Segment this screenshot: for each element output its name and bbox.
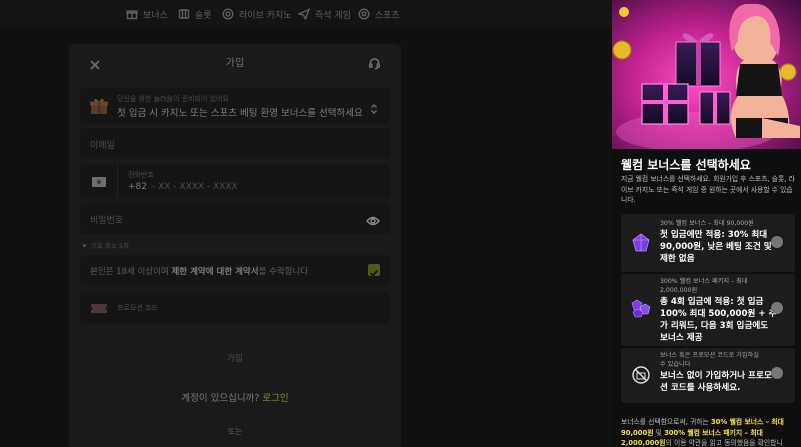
modal-title: 가입	[225, 58, 245, 69]
bonus-option-tag: 300% 웰컴 보너스 패키지 – 최대 2,000,000원	[660, 278, 748, 294]
panel-description: 지금 웰컴 보너스를 선택하세요. 회원가입 후 스포츠, 슬롯, 라이브 카지…	[621, 175, 795, 204]
nav-item-instant-games[interactable]: 즉석 게임	[298, 7, 351, 21]
terms-prefix: 본인은 18세 이상이며	[90, 267, 172, 277]
terms-row: 본인은 18세 이상이며 제한 계약에 대한 계약서를 수락합니다	[80, 255, 390, 285]
soccer-ball-icon	[358, 8, 370, 20]
password-rule: 기호 최소 5자	[83, 240, 129, 250]
hero-banner	[612, 0, 801, 149]
purple-gems-icon	[631, 299, 651, 318]
bonus-option-radio[interactable]	[771, 367, 783, 379]
email-field[interactable]: 이메일	[80, 128, 390, 159]
bonus-option-radio[interactable]	[771, 236, 783, 248]
chevron-up-down-icon	[370, 100, 378, 114]
signup-submit-button[interactable]: 가입	[80, 345, 390, 373]
nav-item-sports[interactable]: 스포츠	[358, 7, 400, 21]
bonus-option-none[interactable]: 보너스 혹은 프로모션 코드로 가입하실 수 있습니다 보너스 없이 가입하거나…	[621, 348, 795, 403]
nav-item-live-casino[interactable]: 라이브 카지노	[222, 7, 292, 21]
modal-header: 가입	[69, 44, 401, 78]
bonus-select-hint: 당신을 위한 놀라움이 준비되어 있어요	[117, 95, 229, 103]
email-placeholder: 이메일	[90, 141, 115, 151]
bonus-select[interactable]: 당신을 위한 놀라움이 준비되어 있어요 첫 입금 시 카지노 또는 스포츠 베…	[80, 88, 390, 124]
bonus-option-text: 총 4회 입금에 적용: 첫 입금 100% 최대 500,000원 + 추가 …	[660, 297, 777, 343]
slot-machine-icon	[178, 9, 190, 19]
no-bonus-icon	[632, 366, 650, 384]
footer-mid: 및	[653, 428, 665, 437]
or-divider: 또는	[227, 427, 243, 436]
welcome-bonus-panel: 웰컴 보너스를 선택하세요 지금 웰컴 보너스를 선택하세요. 회원가입 후 스…	[612, 0, 801, 447]
password-placeholder: 비밀번호	[90, 216, 124, 226]
terms-checkbox[interactable]	[368, 264, 380, 277]
bonus-option-text: 첫 입금에만 적용: 30% 최대 90,000원, 낮은 베팅 조건 및 제한…	[660, 230, 772, 264]
login-link[interactable]: 로그인	[262, 393, 288, 404]
purple-gem-icon	[632, 233, 650, 252]
bullet-dot	[83, 243, 86, 247]
password-field[interactable]: 비밀번호	[80, 203, 390, 234]
bonus-select-value: 첫 입금 시 카지노 또는 스포츠 베팅 환영 보너스를 선택하세요	[117, 108, 363, 119]
hero-illustration	[612, 0, 801, 149]
promo-code-field[interactable]: 프로모션 코드	[80, 293, 390, 324]
bonus-option-tag: 보너스 혹은 프로모션 코드로 가입하실 수 있습니다	[660, 352, 759, 368]
signup-modal: 가입 당신을 위한 놀라움이 준비되어 있어요 첫 입금 시 카지노 또는 스포…	[69, 44, 401, 447]
country-selector[interactable]	[80, 164, 118, 199]
bonus-option-300[interactable]: 300% 웰컴 보너스 패키지 – 최대 2,000,000원 총 4회 입금에…	[621, 274, 795, 346]
ticket-icon	[91, 304, 107, 313]
korea-flag-icon	[91, 176, 106, 187]
casino-chip-icon	[222, 8, 234, 20]
support-headset-icon[interactable]	[368, 55, 381, 70]
nav-label: 보너스	[143, 10, 168, 21]
panel-title: 웰컴 보너스를 선택하세요	[621, 158, 751, 172]
nav-item-bonus[interactable]: 보너스	[126, 7, 168, 21]
bonus-option-tag: 30% 웰컴 보너스 – 최대 90,000원	[660, 220, 754, 227]
login-prompt: 계정이 있으십니까? 로그인	[69, 390, 401, 404]
eye-icon[interactable]	[366, 212, 380, 226]
bonus-option-30[interactable]: 30% 웰컴 보너스 – 최대 90,000원 첫 입금에만 적용: 30% 최…	[621, 214, 795, 272]
terms-text: 본인은 18세 이상이며 제한 계약에 대한 계약서를 수락합니다	[90, 265, 308, 277]
phone-field[interactable]: 전화번호 +82 - XX - XXXX - XXXX	[80, 164, 390, 199]
login-question: 계정이 있으십니까?	[181, 393, 260, 404]
nav-label: 라이브 카지노	[239, 10, 292, 21]
footer-suffix: 의 이용 약관을 읽고 동의했음을 확인합니	[665, 439, 783, 447]
phone-placeholder: - XX - XXXX - XXXX	[152, 182, 238, 192]
nav-label: 스포츠	[375, 10, 400, 21]
terms-link[interactable]: 제한 계약에 대한 계약서	[171, 267, 258, 277]
panel-footer-terms: 보너스를 선택함으로써, 귀하는 30% 웰컴 보너스 – 최대 90,000원…	[621, 417, 799, 447]
bonus-option-text: 보너스 없이 가입하거나 프로모션 코드를 사용하세요.	[660, 371, 772, 393]
gift-box-icon	[90, 99, 108, 114]
nav-item-slots[interactable]: 슬롯	[178, 7, 212, 21]
bonus-option-radio[interactable]	[771, 302, 783, 314]
nav-label: 즉석 게임	[315, 10, 351, 21]
phone-label: 전화번호	[128, 171, 154, 179]
gift-icon	[126, 10, 138, 20]
phone-country-code: +82	[128, 182, 147, 192]
top-navigation: 보너스 슬롯 라이브 카지노 즉석 게임 스포츠	[0, 0, 612, 28]
paper-plane-icon	[298, 8, 310, 20]
terms-suffix: 를 수락합니다	[258, 267, 309, 277]
footer-prefix: 보너스를 선택함으로써, 귀하는	[621, 418, 711, 426]
promo-code-placeholder: 프로모션 코드	[117, 304, 158, 312]
nav-label: 슬롯	[195, 10, 212, 21]
password-rule-text: 기호 최소 5자	[91, 242, 130, 250]
